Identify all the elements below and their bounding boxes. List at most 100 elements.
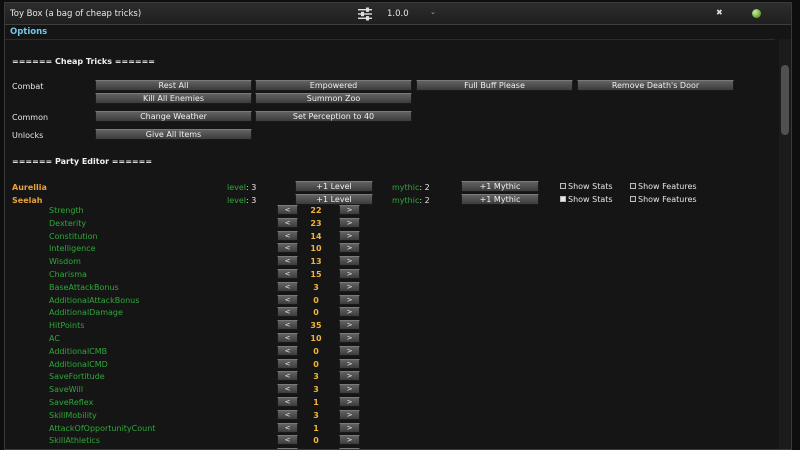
increase-stat-button[interactable]: > bbox=[339, 397, 360, 407]
increase-stat-button[interactable]: > bbox=[339, 269, 360, 279]
checkbox-icon[interactable] bbox=[630, 196, 636, 202]
mythic-value: : 2 bbox=[419, 183, 430, 192]
scrollbar-thumb[interactable] bbox=[781, 65, 789, 135]
stat-name: SaveReflex bbox=[49, 398, 94, 407]
checkbox-icon[interactable] bbox=[560, 183, 566, 189]
stat-value: 3 bbox=[313, 385, 319, 395]
stat-value: 0 bbox=[313, 359, 319, 369]
stat-value: 15 bbox=[310, 270, 322, 279]
stat-value: 1 bbox=[313, 423, 319, 433]
decrease-stat-button[interactable]: < bbox=[277, 230, 298, 241]
increase-stat-button[interactable]: > bbox=[339, 320, 360, 331]
increase-stat-button[interactable]: > bbox=[339, 358, 360, 369]
stat-name: SaveFortitude bbox=[49, 372, 105, 382]
remove-deaths-door-button[interactable]: Remove Death's Door bbox=[577, 80, 734, 91]
decrease-stat-button[interactable]: < bbox=[277, 435, 298, 446]
show-features-toggle[interactable]: Show Features bbox=[630, 182, 697, 191]
add-level-button[interactable]: +1 Level bbox=[295, 181, 373, 192]
show-features-toggle[interactable]: Show Features bbox=[630, 195, 697, 204]
increase-stat-button[interactable]: > bbox=[339, 281, 360, 292]
pin-icon[interactable]: ✖ bbox=[716, 8, 723, 17]
increase-stat-button[interactable]: > bbox=[339, 422, 360, 433]
set-perception-button[interactable]: Set Perception to 40 bbox=[255, 111, 412, 122]
stat-value: 14 bbox=[310, 231, 322, 241]
increase-stat-button[interactable]: > bbox=[339, 345, 360, 356]
decrease-stat-button[interactable]: < bbox=[277, 217, 298, 228]
level-value: : 3 bbox=[246, 196, 257, 205]
stat-name: BaseAttackBonus bbox=[49, 282, 119, 292]
add-level-button[interactable]: +1 Level bbox=[295, 194, 373, 205]
decrease-stat-button[interactable]: < bbox=[277, 358, 298, 369]
checkbox-icon[interactable] bbox=[630, 183, 636, 189]
decrease-stat-button[interactable]: < bbox=[277, 269, 298, 279]
cheap-tricks-heading: ====== Cheap Tricks ====== bbox=[12, 57, 155, 66]
stat-value: 3 bbox=[313, 372, 319, 382]
increase-stat-button[interactable]: > bbox=[339, 435, 360, 446]
decrease-stat-button[interactable]: < bbox=[277, 333, 298, 343]
decrease-stat-button[interactable]: < bbox=[277, 371, 298, 382]
show-stats-toggle[interactable]: Show Stats bbox=[560, 182, 613, 191]
stat-row: Dexterity <23 > bbox=[5, 217, 405, 231]
full-buff-please-button[interactable]: Full Buff Please bbox=[416, 80, 573, 91]
stat-name: SaveWill bbox=[49, 385, 84, 395]
show-features-label: Show Features bbox=[638, 182, 697, 191]
decrease-stat-button[interactable]: < bbox=[277, 205, 298, 215]
stat-value: 23 bbox=[310, 218, 322, 228]
decrease-stat-button[interactable]: < bbox=[277, 307, 298, 318]
increase-stat-button[interactable]: > bbox=[339, 384, 360, 395]
chevron-down-icon[interactable]: ⌄ bbox=[430, 8, 436, 16]
status-indicator-icon bbox=[752, 9, 761, 18]
increase-stat-button[interactable]: > bbox=[339, 230, 360, 241]
level-value: : 3 bbox=[246, 183, 257, 192]
decrease-stat-button[interactable]: < bbox=[277, 243, 298, 254]
stat-value: 10 bbox=[310, 244, 322, 254]
increase-stat-button[interactable]: > bbox=[339, 205, 360, 215]
give-all-items-button[interactable]: Give All Items bbox=[95, 129, 252, 140]
character-name-seelah: Seelah bbox=[12, 196, 43, 205]
empowered-button[interactable]: Empowered bbox=[255, 80, 412, 91]
increase-stat-button[interactable]: > bbox=[339, 217, 360, 228]
decrease-stat-button[interactable]: < bbox=[277, 345, 298, 356]
decrease-stat-button[interactable]: < bbox=[277, 384, 298, 395]
add-mythic-button[interactable]: +1 Mythic bbox=[461, 181, 539, 192]
decrease-stat-button[interactable]: < bbox=[277, 422, 298, 433]
stat-row: AttackOfOpportunityCount <1 > bbox=[5, 422, 405, 436]
change-weather-button[interactable]: Change Weather bbox=[95, 111, 252, 122]
increase-stat-button[interactable]: > bbox=[339, 409, 360, 420]
increase-stat-button[interactable]: > bbox=[339, 333, 360, 343]
rest-all-button[interactable]: Rest All bbox=[95, 80, 252, 91]
checkbox-checked-icon[interactable] bbox=[560, 196, 566, 202]
stat-row: HitPoints <35 > bbox=[5, 320, 405, 333]
decrease-stat-button[interactable]: < bbox=[277, 281, 298, 292]
stat-value: 10 bbox=[310, 334, 322, 343]
sliders-icon[interactable] bbox=[357, 7, 373, 21]
stat-name: HitPoints bbox=[49, 321, 85, 331]
stat-row: Constitution <14 > bbox=[5, 230, 405, 244]
stat-name: AdditionalCMD bbox=[49, 359, 108, 369]
increase-stat-button[interactable]: > bbox=[339, 243, 360, 254]
stat-row: SaveWill <3 > bbox=[5, 384, 405, 397]
mythic-value: : 2 bbox=[419, 196, 430, 205]
increase-stat-button[interactable]: > bbox=[339, 371, 360, 382]
decrease-stat-button[interactable]: < bbox=[277, 256, 298, 267]
increase-stat-button[interactable]: > bbox=[339, 294, 360, 305]
title-bar[interactable]: Toy Box (a bag of cheap tricks) 1.0.0 ⌄ … bbox=[5, 3, 791, 25]
stat-row: SkillMobility <3 > bbox=[5, 409, 405, 423]
common-label: Common bbox=[12, 113, 49, 122]
increase-stat-button[interactable]: > bbox=[339, 256, 360, 267]
tab-options[interactable]: Options bbox=[10, 27, 47, 37]
summon-zoo-button[interactable]: Summon Zoo bbox=[255, 93, 412, 104]
decrease-stat-button[interactable]: < bbox=[277, 320, 298, 331]
combat-label: Combat bbox=[12, 82, 44, 91]
decrease-stat-button[interactable]: < bbox=[277, 409, 298, 420]
kill-all-enemies-button[interactable]: Kill All Enemies bbox=[95, 93, 252, 104]
increase-stat-button[interactable]: > bbox=[339, 307, 360, 318]
show-stats-toggle[interactable]: Show Stats bbox=[560, 195, 613, 204]
stat-row: Wisdom <13 > bbox=[5, 256, 405, 269]
party-editor-heading: ====== Party Editor ====== bbox=[12, 157, 153, 166]
add-mythic-button[interactable]: +1 Mythic bbox=[461, 194, 539, 205]
decrease-stat-button[interactable]: < bbox=[277, 397, 298, 407]
stat-name: Wisdom bbox=[49, 257, 81, 267]
decrease-stat-button[interactable]: < bbox=[277, 294, 298, 305]
scrollbar[interactable] bbox=[779, 39, 791, 449]
